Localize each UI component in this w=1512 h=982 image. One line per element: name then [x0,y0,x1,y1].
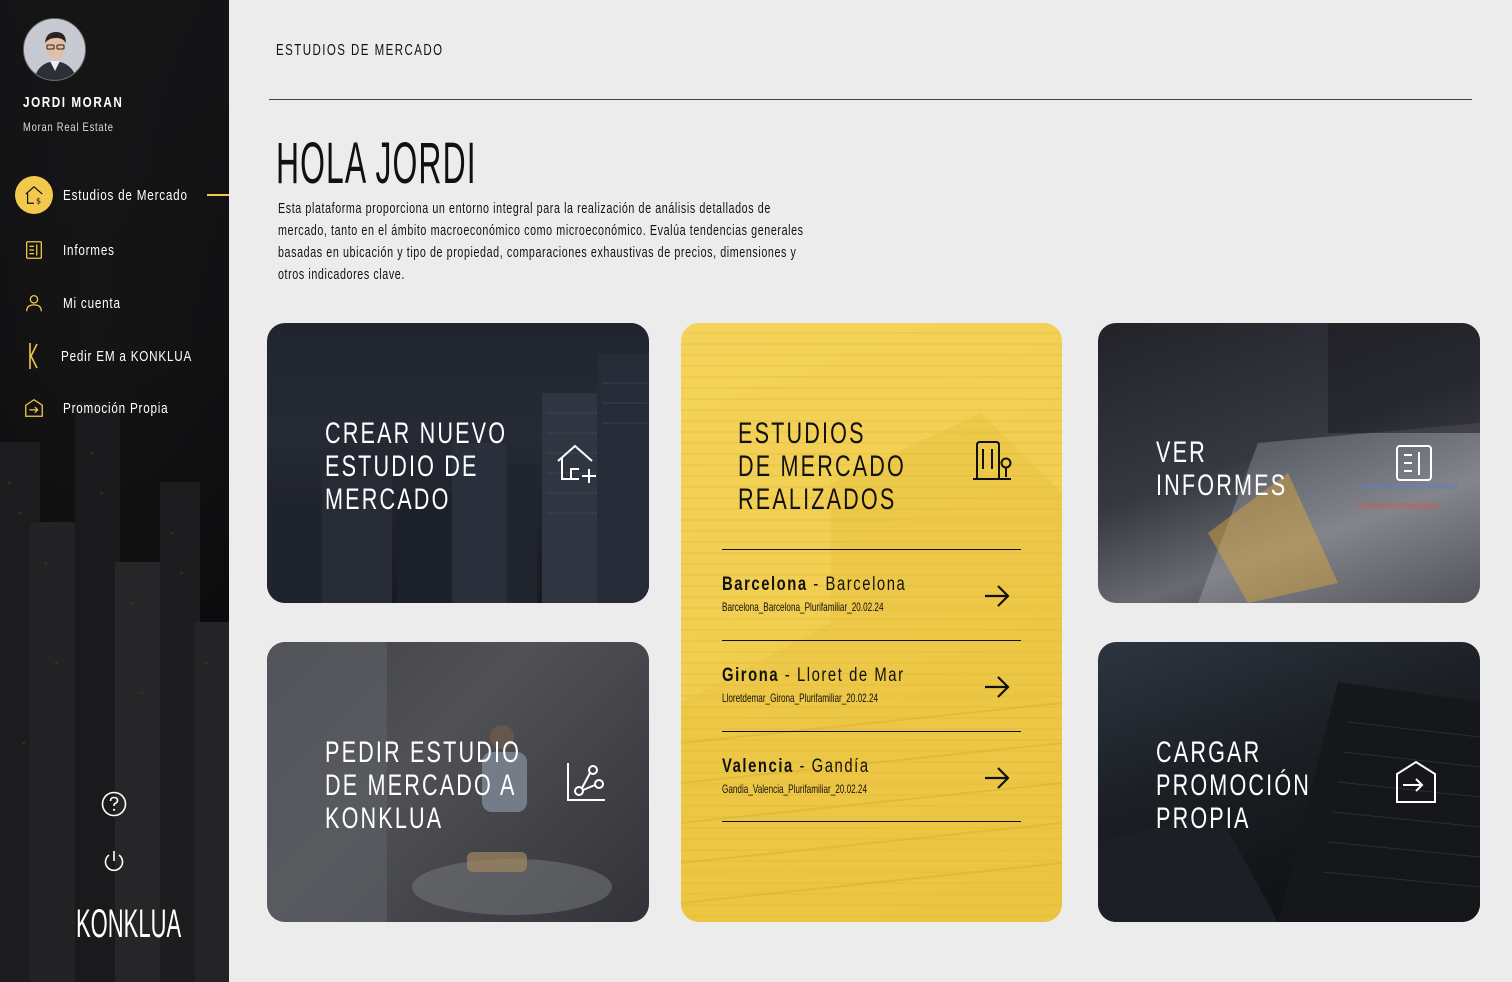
arrow-right-icon[interactable] [983,584,1011,608]
sidebar-item-label: Pedir EM a KONKLUA [60,347,193,365]
upload-promotion-card[interactable]: CARGAR PROMOCIÓN PROPIA [1098,642,1480,922]
document-icon [1396,445,1432,481]
study-province: Barcelona [722,574,808,595]
house-enter-icon [1396,760,1436,803]
konklua-k-icon [15,337,51,375]
greeting-title: HOLA JORDI [276,131,477,196]
study-row[interactable]: Valencia - Gandía Gandia_Valencia_Plurif… [722,731,1021,822]
study-separator: - [779,665,797,686]
sidebar-item-promocion-propia[interactable]: Promoción Propia [15,388,229,428]
study-location: Barcelona - Barcelona [722,574,906,596]
active-indicator [207,194,229,196]
study-separator: - [793,756,812,777]
sidebar-item-label: Informes [63,241,115,259]
konklua-logo: KONKLUA [76,902,182,946]
view-reports-card[interactable]: VER INFORMES [1098,323,1480,603]
arrow-right-icon[interactable] [983,675,1011,699]
help-icon[interactable] [101,791,127,817]
study-town: Lloret de Mar [796,665,905,686]
avatar[interactable] [23,18,86,81]
svg-text:$: $ [36,195,41,205]
city-skyline-background [0,402,229,982]
completed-studies-card: ESTUDIOS DE MERCADO REALIZADOS Barcelona… [681,323,1062,922]
study-town: Gandía [811,756,870,777]
sidebar-item-pedir-em[interactable]: Pedir EM a KONKLUA [15,336,229,376]
intro-text: Esta plataforma proporciona un entorno i… [278,201,804,283]
study-location: Girona - Lloret de Mar [722,665,905,687]
sidebar-item-label: Estudios de Mercado [63,186,188,204]
card-title: VER INFORMES [1156,436,1288,502]
studies-title: ESTUDIOS DE MERCADO REALIZADOS [738,417,907,516]
study-province: Valencia [722,756,794,777]
power-icon[interactable] [101,848,127,874]
user-icon [15,284,53,322]
request-study-card[interactable]: PEDIR ESTUDIO DE MERCADO A KONKLUA [267,642,649,922]
building-location-icon [973,441,1012,480]
card-title: CREAR NUEVO ESTUDIO DE MERCADO [325,417,508,516]
study-filename: Gandia_Valencia_Plurifamiliar_20.02.24 [722,782,868,796]
page-breadcrumb: ESTUDIOS DE MERCADO [276,42,444,59]
study-row[interactable]: Girona - Lloret de Mar Lloretdemar_Giron… [722,640,1021,731]
sidebar-item-label: Mi cuenta [63,294,121,312]
user-company: Moran Real Estate [23,120,114,134]
sidebar-item-estudios-de-mercado[interactable]: $ Estudios de Mercado [15,175,229,215]
house-plus-icon [557,444,596,483]
study-filename: Barcelona_Barcelona_Plurifamiliar_20.02.… [722,600,884,614]
study-town: Barcelona [825,574,907,595]
study-province: Girona [722,665,780,686]
sidebar-item-informes[interactable]: Informes [15,230,229,270]
user-photo [24,19,85,80]
study-separator: - [807,574,826,595]
create-study-card[interactable]: CREAR NUEVO ESTUDIO DE MERCADO [267,323,649,603]
card-title: CARGAR PROMOCIÓN PROPIA [1156,736,1312,835]
document-icon [15,231,53,269]
card-title: PEDIR ESTUDIO DE MERCADO A KONKLUA [325,736,522,835]
sidebar: JORDI MORAN Moran Real Estate $ Estudios… [0,0,229,982]
house-dollar-icon: $ [15,176,53,214]
house-enter-icon [15,389,53,427]
user-name: JORDI MORAN [23,94,124,111]
arrow-right-icon[interactable] [983,766,1011,790]
sidebar-item-mi-cuenta[interactable]: Mi cuenta [15,283,229,323]
study-location: Valencia - Gandía [722,756,870,778]
study-row[interactable]: Barcelona - Barcelona Barcelona_Barcelon… [722,549,1021,640]
header-divider [269,99,1472,100]
chart-nodes-icon [567,763,605,801]
study-filename: Lloretdemar_Girona_Plurifamiliar_20.02.2… [722,691,879,705]
sidebar-item-label: Promoción Propia [63,399,169,417]
